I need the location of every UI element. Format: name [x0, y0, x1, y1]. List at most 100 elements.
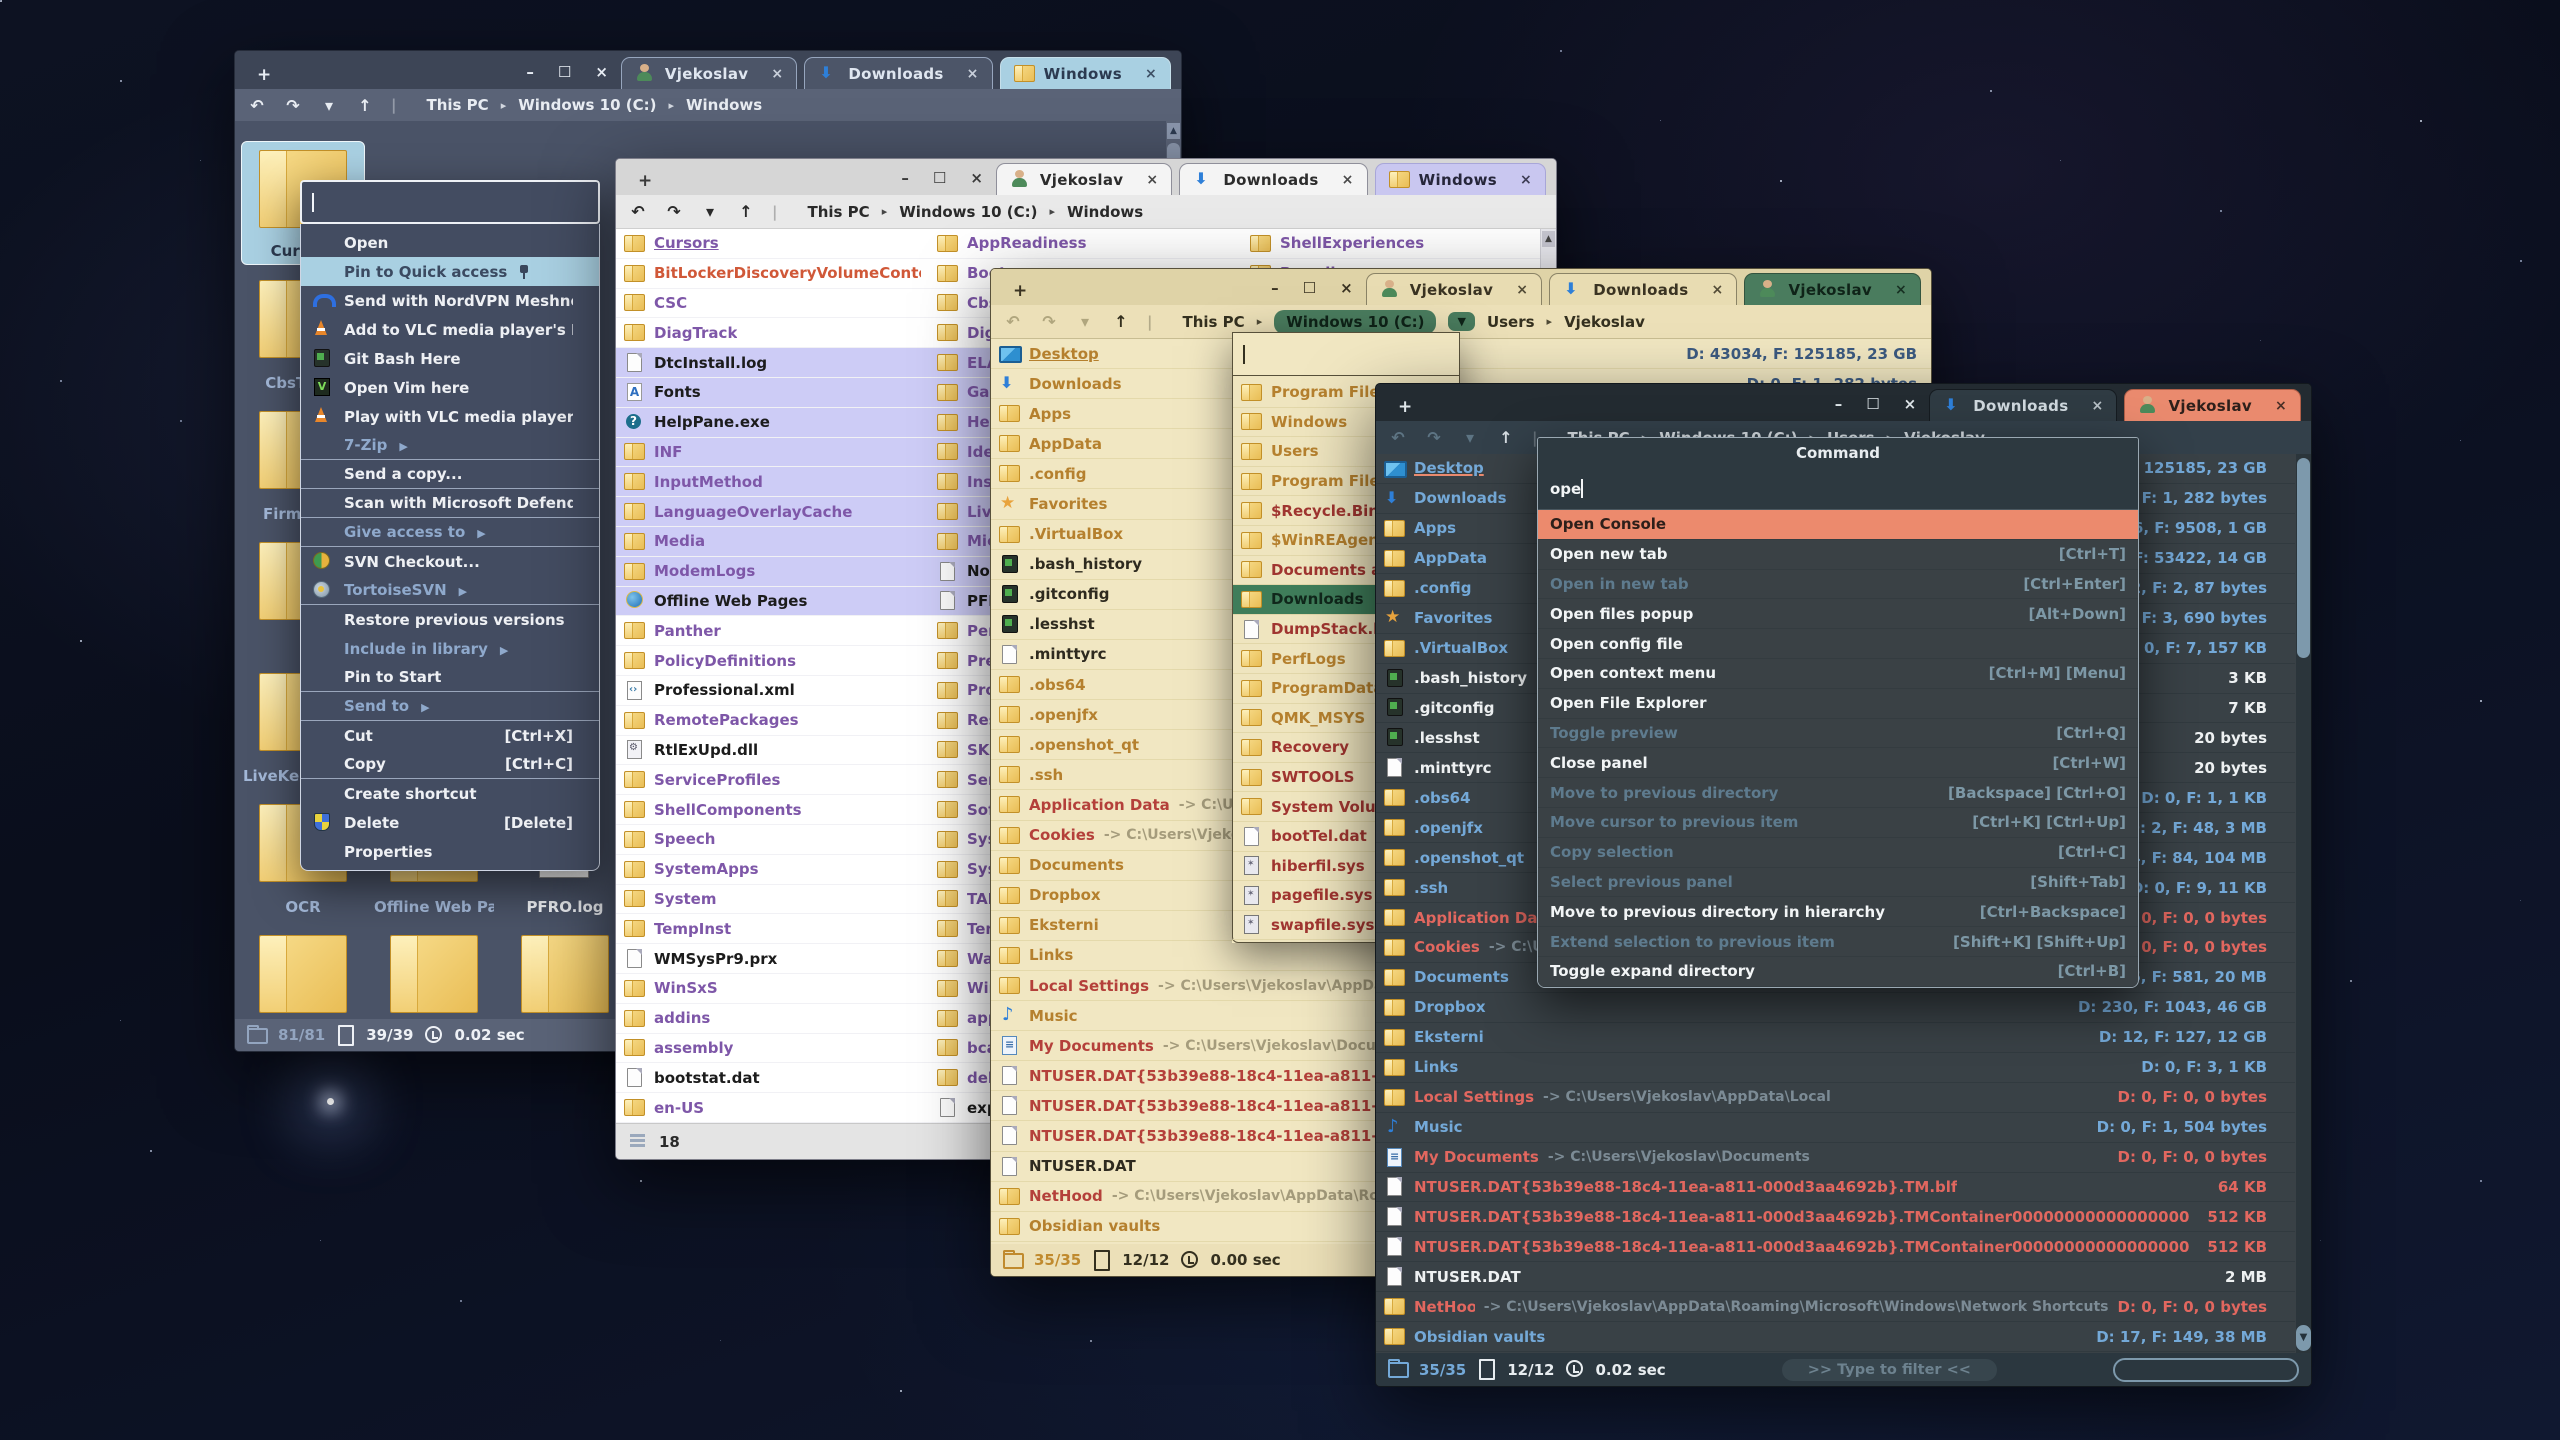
tab-close-icon[interactable]: ×	[1895, 282, 1907, 298]
palette-command[interactable]: Close panel [Ctrl+W]	[1538, 748, 2138, 778]
up-icon[interactable]: ↑	[355, 96, 375, 115]
file-row[interactable]: Cursors	[616, 229, 929, 259]
palette-command[interactable]: Move cursor to previous item [Ctrl+K] [C…	[1538, 808, 2138, 838]
crumb-user[interactable]: Vjekoslav	[1564, 313, 1645, 331]
forward-icon[interactable]: ↷	[1039, 312, 1059, 331]
minimize-button[interactable]: –	[526, 63, 534, 81]
context-menu-item[interactable]: Cut [Ctrl+X]	[301, 721, 599, 750]
file-row[interactable]: NTUSER.DAT{53b39e88-18c4-11ea-a811-000d3…	[1376, 1232, 2295, 1262]
file-row[interactable]: Media	[616, 527, 929, 557]
maximize-button[interactable]: ☐	[558, 63, 571, 81]
minimize-button[interactable]: –	[1271, 279, 1279, 297]
file-row[interactable]: Obsidian vaults D: 17, F: 149, 38 MB	[1376, 1322, 2295, 1352]
file-row[interactable]: Panther	[616, 616, 929, 646]
titlebar[interactable]: + – ☐ × Vjekoslav × Downloads × Windows …	[235, 51, 1181, 89]
context-menu-item[interactable]: Send to	[301, 692, 599, 721]
context-menu-item[interactable]: Delete [Delete]	[301, 808, 599, 837]
file-row[interactable]: NTUSER.DAT{53b39e88-18c4-11ea-a811-000d3…	[1376, 1173, 2295, 1203]
palette-command[interactable]: Select previous panel [Shift+Tab]	[1538, 868, 2138, 898]
context-menu-item[interactable]: 7-Zip	[301, 431, 599, 460]
context-menu-item[interactable]: Copy [Ctrl+C]	[301, 750, 599, 779]
context-menu-item[interactable]: Include in library	[301, 634, 599, 663]
new-tab-button[interactable]: +	[999, 281, 1041, 305]
file-row[interactable]: TempInst	[616, 914, 929, 944]
context-menu-item[interactable]: Add to VLC media player's Playlist	[301, 315, 599, 344]
file-row[interactable]: assembly	[616, 1034, 929, 1064]
history-dropdown-icon[interactable]: ▾	[1075, 312, 1095, 331]
back-icon[interactable]: ↶	[247, 96, 267, 115]
scroll-down-icon[interactable]: ▼	[2296, 1325, 2311, 1351]
close-button[interactable]: ×	[1904, 395, 1917, 413]
tab-close-icon[interactable]: ×	[2091, 398, 2103, 414]
crumb-dir[interactable]: Windows	[686, 96, 762, 114]
back-icon[interactable]: ↶	[1003, 312, 1023, 331]
tab-close-icon[interactable]: ×	[967, 66, 979, 82]
up-icon[interactable]: ↑	[736, 202, 756, 221]
maximize-button[interactable]: ☐	[933, 169, 946, 187]
type-to-filter-hint[interactable]: >> Type to filter <<	[1782, 1359, 1997, 1381]
file-row[interactable]: Fonts	[616, 378, 929, 408]
file-row[interactable]: System	[616, 885, 929, 915]
context-menu-item[interactable]: Open Vim here	[301, 373, 599, 402]
up-icon[interactable]: ↑	[1496, 428, 1516, 447]
crumb-this-pc[interactable]: This PC	[1182, 313, 1244, 331]
file-row[interactable]: ShellExperiences	[1242, 229, 1555, 259]
tab[interactable]: Downloads ×	[804, 57, 992, 89]
file-row[interactable]: InputMethod	[616, 467, 929, 497]
context-menu-item[interactable]: TortoiseSVN	[301, 576, 599, 605]
forward-icon[interactable]: ↷	[664, 202, 684, 221]
file-row[interactable]: NTUSER.DAT{53b39e88-18c4-11ea-a811-000d3…	[1376, 1202, 2295, 1232]
up-icon[interactable]: ↑	[1111, 312, 1131, 331]
palette-command[interactable]: Move to previous directory [Backspace] […	[1538, 778, 2138, 808]
new-tab-button[interactable]: +	[1384, 397, 1426, 421]
tab-close-icon[interactable]: ×	[1342, 172, 1354, 188]
file-row[interactable]: Offline Web Pages	[616, 587, 929, 617]
tab-close-icon[interactable]: ×	[1711, 282, 1723, 298]
minimize-button[interactable]: –	[1835, 395, 1843, 413]
tab[interactable]: Windows ×	[1375, 163, 1546, 195]
file-row[interactable]: Music D: 0, F: 1, 504 bytes	[1376, 1113, 2295, 1143]
titlebar[interactable]: + – ☐ × Vjekoslav × Downloads × Vjekosla…	[991, 269, 1931, 305]
minimize-button[interactable]: –	[901, 169, 909, 187]
titlebar[interactable]: + – ☐ × Downloads × Vjekoslav ×	[1376, 384, 2311, 421]
context-menu-item[interactable]: Properties	[301, 837, 599, 866]
palette-command[interactable]: Toggle preview [Ctrl+Q]	[1538, 719, 2138, 749]
crumb-this-pc[interactable]: This PC	[807, 203, 869, 221]
palette-command[interactable]: Open in new tab [Ctrl+Enter]	[1538, 570, 2138, 600]
file-row[interactable]: addins	[616, 1004, 929, 1034]
tab[interactable]: Downloads ×	[1929, 389, 2117, 421]
close-button[interactable]: ×	[595, 63, 608, 81]
context-menu-item[interactable]: Create shortcut	[301, 779, 599, 808]
file-row[interactable]: BitLockerDiscoveryVolumeContents	[616, 259, 929, 289]
context-menu-item[interactable]: Send with NordVPN Meshnet	[301, 286, 599, 315]
file-row[interactable]: RtlExUpd.dll	[616, 736, 929, 766]
context-menu-item[interactable]: Give access to	[301, 518, 599, 547]
tab[interactable]: Vjekoslav ×	[996, 163, 1173, 195]
palette-command[interactable]: Open context menu [Ctrl+M] [Menu]	[1538, 659, 2138, 689]
close-button[interactable]: ×	[970, 169, 983, 187]
tab[interactable]: Downloads ×	[1179, 163, 1367, 195]
file-row[interactable]: en-US	[616, 1093, 929, 1123]
new-tab-button[interactable]: +	[624, 171, 666, 195]
file-tile[interactable]: Prefetch	[372, 927, 496, 1019]
palette-command[interactable]: Open Console	[1538, 510, 2138, 540]
file-row[interactable]: Eksterni D: 12, F: 127, 12 GB	[1376, 1023, 2295, 1053]
file-row[interactable]: HelpPane.exe	[616, 408, 929, 438]
palette-search-input[interactable]: ope	[1538, 468, 2138, 510]
back-icon[interactable]: ↶	[628, 202, 648, 221]
tab-close-icon[interactable]: ×	[1516, 282, 1528, 298]
file-row[interactable]: NTUSER.DAT 2 MB	[1376, 1262, 2295, 1292]
scroll-up-icon[interactable]: ▲	[1167, 123, 1180, 139]
file-row[interactable]: Links D: 0, F: 3, 1 KB	[1376, 1053, 2295, 1083]
drive-dropdown-button[interactable]: ▼	[1448, 312, 1474, 331]
palette-command[interactable]: Open File Explorer	[1538, 689, 2138, 719]
file-row[interactable]: ServiceProfiles	[616, 765, 929, 795]
tab-close-icon[interactable]: ×	[1145, 66, 1157, 82]
crumb-drive[interactable]: Windows 10 (C:)	[518, 96, 656, 114]
palette-command[interactable]: Open new tab [Ctrl+T]	[1538, 540, 2138, 570]
context-menu-filter-input[interactable]	[300, 180, 600, 224]
forward-icon[interactable]: ↷	[283, 96, 303, 115]
file-row[interactable]: ShellComponents	[616, 795, 929, 825]
maximize-button[interactable]: ☐	[1866, 395, 1879, 413]
file-row[interactable]: Local Settings -> C:\Users\Vjekoslav\App…	[1376, 1083, 2295, 1113]
